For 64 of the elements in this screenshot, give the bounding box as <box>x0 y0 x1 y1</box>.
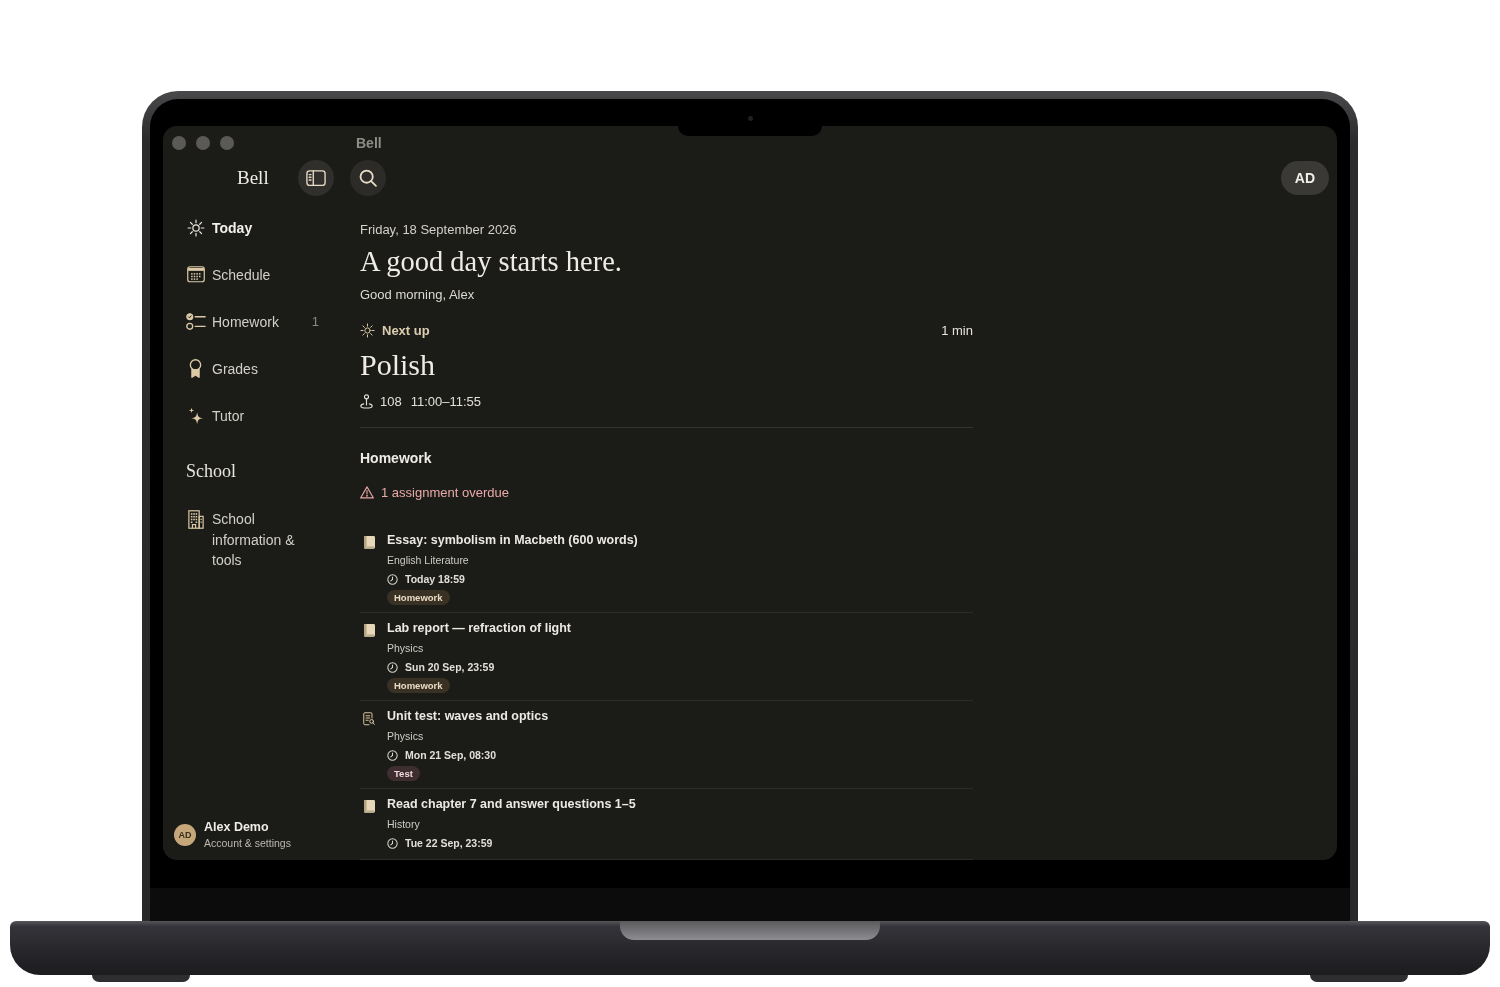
date-label: Friday, 18 September 2026 <box>360 221 518 239</box>
assignment-title: Lab report — refraction of light <box>387 620 572 637</box>
user-avatar: AD <box>174 824 196 846</box>
document-search-icon <box>363 712 375 726</box>
sidebar-item[interactable]: School information & tools <box>186 509 312 571</box>
headline: A good day starts here. <box>360 245 623 279</box>
calendar-icon <box>186 266 205 283</box>
greeting: Good morning, Alex <box>360 286 476 304</box>
clock-icon <box>387 837 398 849</box>
warning-icon <box>360 486 374 499</box>
item-count: 1 <box>311 314 319 329</box>
sidebar-item[interactable]: Homework 1 <box>186 298 323 345</box>
sparkle-icon <box>187 406 204 425</box>
assignment-title: Essay: symbolism in Macbeth (600 words) <box>387 532 638 549</box>
zoom-button[interactable] <box>220 136 234 150</box>
section-heading: School <box>186 460 236 483</box>
building-icon <box>187 510 204 529</box>
overdue-text: 1 assignment overdue <box>381 485 509 500</box>
type-tag: Homework <box>387 590 450 605</box>
subject-label: English Literature <box>387 553 469 568</box>
search-icon <box>358 169 377 187</box>
sun-icon <box>186 218 205 237</box>
sun-icon <box>360 323 375 338</box>
clock-icon <box>387 749 398 761</box>
clock-icon <box>387 573 398 585</box>
user-name: Alex Demo <box>204 819 270 835</box>
sidebar-toggle-button[interactable] <box>297 160 334 196</box>
next-up-label: Next up <box>382 323 430 338</box>
account-settings-link[interactable]: Account & settings <box>204 835 291 851</box>
due-date: Today 18:59 <box>405 573 465 585</box>
class-subject: Polish <box>360 347 437 383</box>
due-date: Tue 22 Sep, 23:59 <box>405 837 493 849</box>
clock-icon <box>387 661 398 673</box>
book-icon <box>363 624 375 637</box>
book-icon <box>363 536 375 549</box>
search-button[interactable] <box>349 160 386 196</box>
sidebar-icon <box>305 169 326 187</box>
class-time: 11:00–11:55 <box>410 394 482 409</box>
subject-label: Physics <box>387 729 424 744</box>
room-number: 108 <box>380 394 402 409</box>
type-tag: Homework <box>387 678 450 693</box>
minimize-button[interactable] <box>196 136 210 150</box>
due-date: Mon 21 Sep, 08:30 <box>405 749 497 761</box>
close-button[interactable] <box>172 136 186 150</box>
sidebar-item[interactable]: Today <box>186 204 323 251</box>
assignment-title: Read chapter 7 and answer questions 1–5 <box>387 796 636 813</box>
checklist-icon <box>185 312 206 331</box>
subject-label: History <box>387 817 420 832</box>
app-logo-text: Bell <box>237 167 269 189</box>
award-icon <box>189 359 202 378</box>
due-date: Sun 20 Sep, 23:59 <box>405 661 495 673</box>
sidebar-item[interactable]: Schedule <box>186 251 323 298</box>
window-title: Bell <box>356 135 382 151</box>
book-icon <box>363 800 375 813</box>
camera-icon <box>747 116 753 121</box>
sidebar-item[interactable]: Grades <box>186 345 323 392</box>
sidebar-item[interactable]: Tutor <box>186 392 323 439</box>
profile-button[interactable]: AD <box>1280 161 1329 195</box>
countdown: 1 min <box>941 323 973 338</box>
assignment-title: Unit test: waves and optics <box>387 708 549 725</box>
type-tag: Test <box>387 766 420 781</box>
section-heading: Homework <box>360 449 433 468</box>
location-pin-icon <box>360 394 373 409</box>
subject-label: Physics <box>387 641 424 656</box>
